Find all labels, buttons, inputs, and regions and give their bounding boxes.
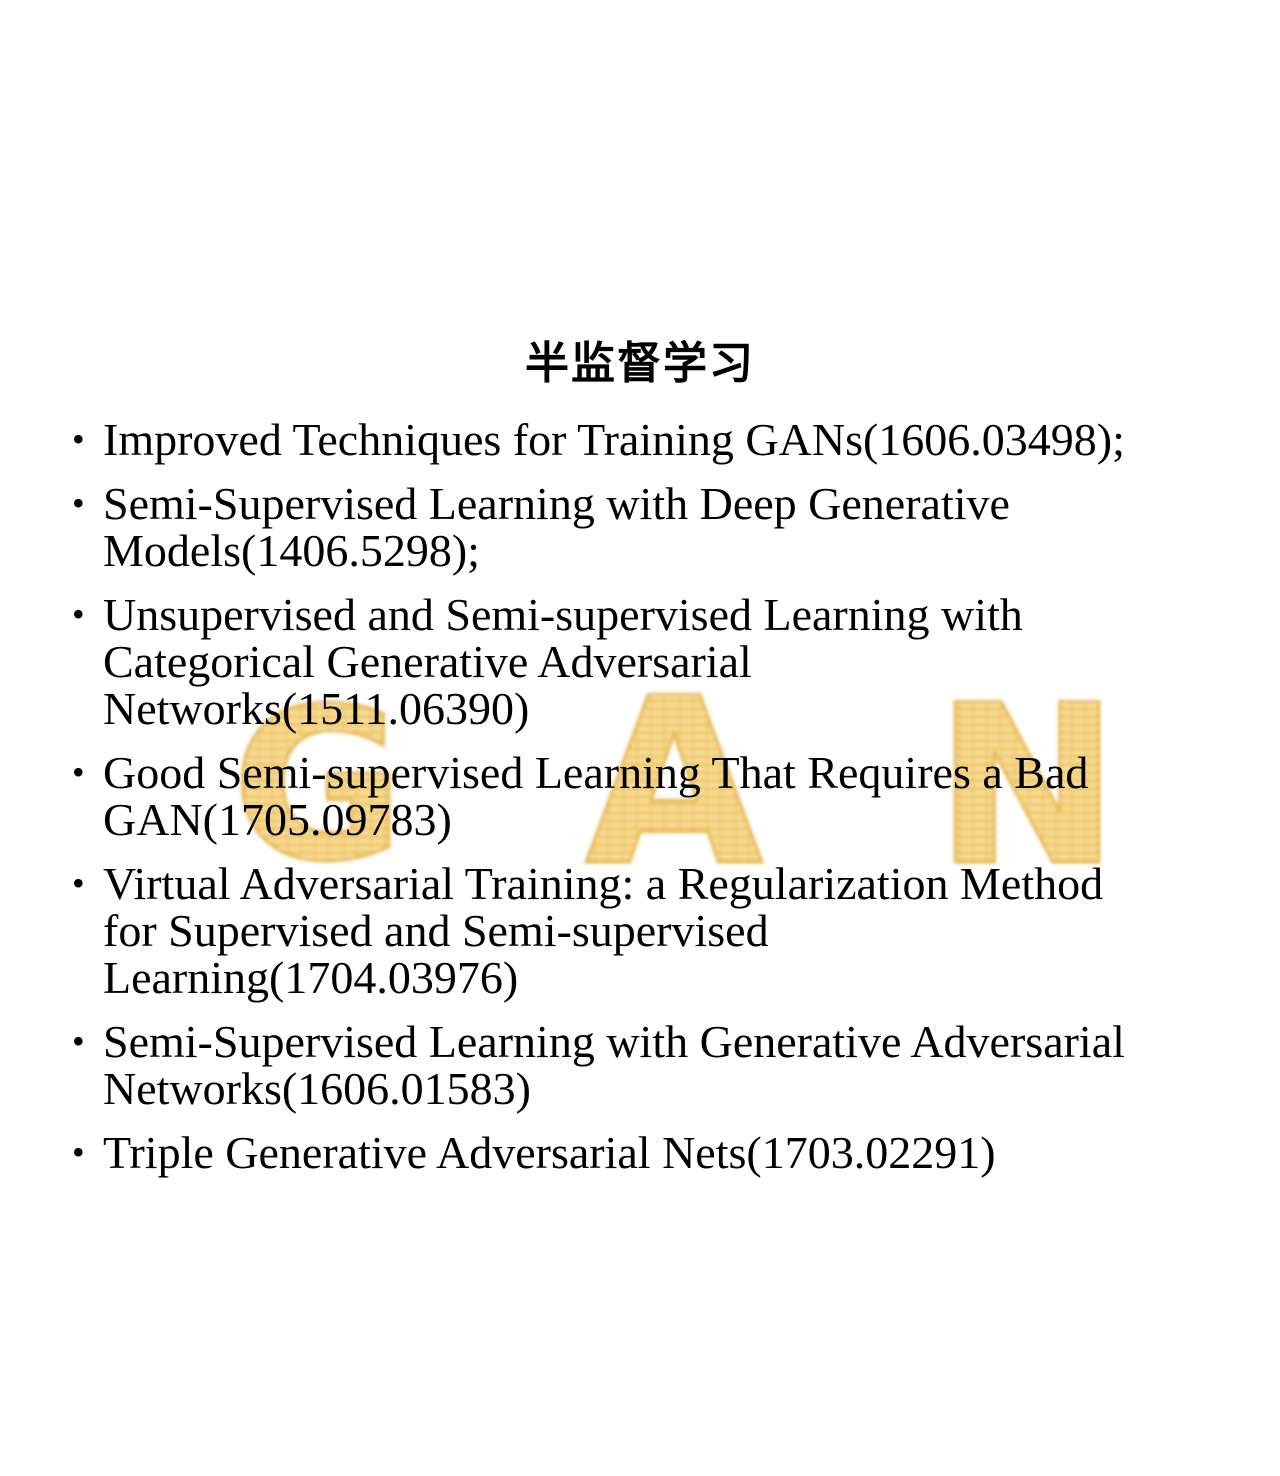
reference-line: Semi-Supervised Learning with Deep Gener… xyxy=(103,478,1010,529)
reference-line: Improved Techniques for Training GANs(16… xyxy=(103,414,1125,465)
reference-line: Triple Generative Adversarial Nets(1703.… xyxy=(103,1127,996,1178)
reference-item: • Semi-Supervised Learning with Generati… xyxy=(72,1018,1262,1112)
bullet-icon: • xyxy=(72,752,85,792)
reference-list: • Improved Techniques for Training GANs(… xyxy=(72,416,1262,1193)
reference-item: • Triple Generative Adversarial Nets(170… xyxy=(72,1129,1262,1176)
reference-line: Networks(1511.06390) xyxy=(103,683,530,734)
reference-line: Categorical Generative Adversarial xyxy=(103,636,752,687)
slide-title: 半监督学习 xyxy=(525,338,755,389)
bullet-icon: • xyxy=(72,1021,85,1061)
reference-item: • Unsupervised and Semi-supervised Learn… xyxy=(72,591,1262,732)
reference-line: for Supervised and Semi-supervised xyxy=(103,905,769,956)
reference-line: GAN(1705.09783) xyxy=(103,794,452,845)
reference-item: • Semi-Supervised Learning with Deep Gen… xyxy=(72,480,1262,574)
reference-line: Models(1406.5298); xyxy=(103,525,480,576)
bullet-icon: • xyxy=(72,483,85,523)
reference-line: Semi-Supervised Learning with Generative… xyxy=(103,1016,1125,1067)
reference-item: • Improved Techniques for Training GANs(… xyxy=(72,416,1262,463)
bullet-icon: • xyxy=(72,594,85,634)
reference-item: • Virtual Adversarial Training: a Regula… xyxy=(72,860,1262,1001)
reference-line: Unsupervised and Semi-supervised Learnin… xyxy=(103,589,1023,640)
reference-line: Learning(1704.03976) xyxy=(103,952,519,1003)
bullet-icon: • xyxy=(72,1132,85,1172)
bullet-icon: • xyxy=(72,419,85,459)
bullet-icon: • xyxy=(72,863,85,903)
reference-item: • Good Semi-supervised Learning That Req… xyxy=(72,749,1262,843)
slide: G A N 半监督学习 • Improved Techniques for Tr… xyxy=(0,0,1280,1476)
reference-line: Virtual Adversarial Training: a Regulari… xyxy=(103,858,1104,909)
reference-line: Networks(1606.01583) xyxy=(103,1063,531,1114)
reference-line: Good Semi-supervised Learning That Requi… xyxy=(103,747,1089,798)
